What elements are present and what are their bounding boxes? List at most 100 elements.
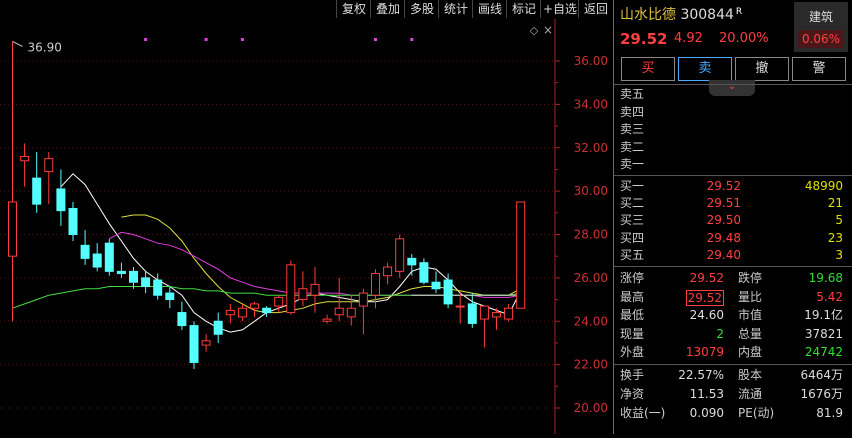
candle-body: [407, 257, 417, 266]
candle-body: [455, 305, 465, 308]
candle-body: [334, 307, 344, 316]
stat-row[interactable]: 涨停 29.52 跌停 19.68: [614, 270, 852, 287]
candle-body: [153, 279, 163, 296]
stat-label: 收益(一): [620, 405, 666, 420]
event-marker: [374, 38, 377, 41]
candle-body: [129, 270, 138, 283]
stat-label: 总量: [738, 326, 763, 341]
candle-body: [116, 270, 126, 275]
sell-button[interactable]: 卖: [678, 57, 732, 81]
alert-button[interactable]: 警: [792, 57, 846, 81]
bid-label: 买三: [620, 213, 645, 228]
bid-row[interactable]: 买二 29.51 21: [614, 195, 852, 212]
stat-label: 量比: [738, 289, 763, 304]
stat-row[interactable]: 收益(一) 0.090 PE(动) 81.9: [614, 405, 852, 422]
toolbar-button-3[interactable]: 统计: [438, 0, 473, 18]
divider-stats: [614, 364, 852, 365]
bid-row[interactable]: 买四 29.48 23: [614, 230, 852, 247]
stat-label: 流通: [738, 386, 763, 401]
candle-body: [516, 201, 526, 309]
candle-body: [201, 340, 211, 346]
sector-name: 建筑: [808, 10, 833, 24]
candle-body: [395, 238, 405, 272]
stat-row[interactable]: 现量 2 总量 37821: [614, 326, 852, 343]
stat-label: 现量: [620, 326, 645, 341]
stat-row[interactable]: 最高 29.52 量比 5.42: [614, 289, 852, 306]
toolbar-button-4[interactable]: 画线: [472, 0, 507, 18]
stat-label: PE(动): [738, 405, 775, 420]
bid-row[interactable]: 买三 29.50 5: [614, 212, 852, 229]
chart-svg[interactable]: 36.00 34.00 32.00 30.00 28.00 26.00 24.00 22.00…: [0, 19, 612, 434]
stat-row[interactable]: 外盘 13079 内盘 24742: [614, 344, 852, 361]
candlestick-chart[interactable]: 36.00 34.00 32.00 30.00 28.00 26.00 24.00 22.00…: [0, 19, 612, 434]
stat-value: 11.53: [689, 386, 724, 401]
buy-button[interactable]: 买: [621, 57, 675, 81]
stat-value: 5.42: [816, 289, 843, 304]
ask-row[interactable]: 卖五: [614, 86, 852, 103]
stat-value: 19.1亿: [804, 308, 843, 323]
sector-pct: 0.06%: [798, 30, 844, 48]
last-price: 29.52: [620, 30, 668, 48]
y-tick-label: 28.00: [574, 228, 608, 242]
ask-row[interactable]: 卖二: [614, 139, 852, 156]
y-tick-label: 32.00: [574, 141, 608, 155]
high-marker-arrow: [12, 41, 23, 47]
candle-body: [32, 177, 42, 205]
stat-label: 市值: [738, 308, 763, 323]
candle-body: [371, 273, 380, 296]
bid-row[interactable]: 买五 29.40 3: [614, 247, 852, 264]
ask-row[interactable]: 卖四: [614, 104, 852, 121]
candle-body: [504, 307, 514, 320]
stat-value: 24.60: [689, 308, 724, 323]
toolbar-button-5[interactable]: 标记: [506, 0, 541, 18]
toolbar-button-1[interactable]: 叠加: [370, 0, 405, 18]
stat-value: 24742: [804, 345, 843, 360]
ask-row[interactable]: 卖一: [614, 156, 852, 173]
y-tick-label: 34.00: [574, 97, 608, 111]
bid-price: 29.48: [706, 230, 741, 245]
stat-row[interactable]: 最低 24.60 市值 19.1亿: [614, 307, 852, 324]
candle-body: [310, 283, 320, 296]
stat-row[interactable]: 净资 11.53 流通 1676万: [614, 386, 852, 403]
bid-label: 买四: [620, 230, 645, 245]
ask-row[interactable]: 卖三: [614, 121, 852, 138]
candle-body: [419, 262, 429, 283]
bid-row[interactable]: 买一 29.52 48990: [614, 178, 852, 195]
stat-row[interactable]: 换手 22.57% 股本 6464万: [614, 367, 852, 384]
toolbar-button-0[interactable]: 复权: [336, 0, 371, 18]
candle-body: [8, 201, 17, 257]
stat-value: 1676万: [800, 386, 843, 401]
bid-price: 29.51: [706, 196, 741, 211]
stat-label: 净资: [620, 386, 645, 401]
candle-body: [479, 305, 489, 320]
bid-price: 29.50: [706, 213, 741, 228]
y-tick-label: 26.00: [574, 271, 608, 285]
close-icon[interactable]: ×: [543, 23, 553, 37]
stat-label: 涨停: [620, 271, 645, 285]
diamond-icon[interactable]: ◇: [530, 24, 539, 37]
toolbar-button-7[interactable]: 返回: [578, 0, 613, 18]
toolbar-button-6[interactable]: +自选: [540, 0, 579, 18]
stat-value: 2: [716, 326, 724, 341]
cancel-order-button[interactable]: 撤: [735, 57, 789, 81]
ask-label: 卖三: [620, 122, 645, 137]
toolbar-button-2[interactable]: 多股: [404, 0, 439, 18]
price-change: 4.92: [674, 31, 703, 46]
sector-box[interactable]: 建筑 0.06%: [794, 2, 848, 52]
candle-body: [213, 320, 223, 335]
y-tick-label: 30.00: [574, 184, 608, 198]
candle-body: [298, 288, 308, 301]
candle-body: [383, 266, 393, 277]
candle-body: [250, 303, 259, 309]
divider-asks-top: [614, 84, 852, 85]
y-tick-label: 24.00: [574, 314, 608, 328]
bid-price: 29.40: [706, 247, 741, 262]
candle-body: [467, 303, 477, 324]
candle-body: [165, 292, 175, 301]
stat-value: 81.9: [816, 405, 843, 420]
candle-body: [80, 244, 90, 259]
stat-value: 0.090: [689, 405, 724, 420]
price-change-pct: 20.00%: [719, 31, 769, 46]
event-marker: [144, 38, 148, 41]
bid-volume: 5: [835, 213, 843, 228]
